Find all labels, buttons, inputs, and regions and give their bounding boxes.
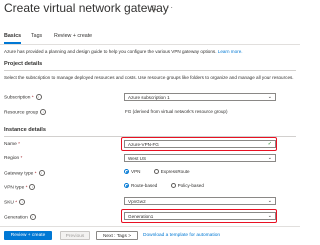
more-options-icon[interactable]: ··· (163, 3, 174, 12)
download-template-link[interactable]: Download a template for automation (143, 233, 220, 238)
radio-icon[interactable] (170, 183, 176, 189)
chevron-down-icon: ⌄ (267, 94, 272, 100)
chevron-down-icon: ⌄ (267, 155, 272, 161)
tabs-divider (0, 44, 300, 45)
region-select[interactable]: West US ⌄ (124, 154, 276, 162)
tab-tags[interactable]: Tags (31, 33, 42, 39)
vpn-type-radio-group: Route-based Policy-based (124, 183, 216, 189)
info-icon[interactable]: i (38, 170, 45, 176)
section-divider (4, 70, 296, 71)
intro-text: Azure has provided a planning and design… (4, 49, 294, 55)
highlight-box-name (121, 137, 277, 151)
gateway-type-radio-group: VPN ExpressRoute (124, 169, 202, 175)
info-icon[interactable]: i (29, 214, 36, 220)
vpn-type-label: VPN type * i (4, 184, 36, 190)
info-icon[interactable]: i (19, 199, 26, 205)
instance-details-heading: Instance details (4, 127, 46, 133)
gateway-type-vpn-option[interactable]: VPN (124, 169, 140, 175)
radio-selected-icon[interactable] (124, 183, 129, 189)
vpn-type-route-based-option[interactable]: Route-based (124, 183, 157, 189)
vpn-type-policy-based-option[interactable]: Policy-based (170, 183, 204, 189)
gateway-type-expressroute-option[interactable]: ExpressRoute (153, 169, 190, 175)
radio-selected-icon[interactable] (124, 169, 129, 175)
footer-divider (0, 226, 300, 227)
highlight-box-generation (121, 209, 277, 223)
resource-group-label: Resource group i (4, 109, 47, 115)
region-label: Region * (4, 156, 23, 161)
generation-label: Generation i (4, 214, 36, 220)
previous-button[interactable]: Previous (60, 231, 90, 240)
sku-label: SKU * i (4, 199, 26, 205)
project-details-heading: Project details (4, 61, 43, 67)
sku-select[interactable]: VpnGw2 ⌄ (124, 197, 276, 205)
next-tags-button[interactable]: Next : Tags > (96, 231, 138, 240)
pin-icon[interactable] (150, 5, 158, 13)
info-icon[interactable]: i (29, 184, 36, 190)
subscription-select[interactable]: Azure subscription 1 ⌄ (124, 93, 276, 101)
subscription-label: Subscription * i (4, 94, 42, 100)
radio-icon[interactable] (153, 169, 159, 175)
learn-more-link[interactable]: Learn more. (218, 49, 243, 54)
intro-description: Azure has provided a planning and design… (4, 49, 217, 54)
chevron-down-icon: ⌄ (267, 198, 272, 204)
project-details-description: Select the subscription to manage deploy… (4, 75, 294, 80)
info-icon[interactable]: i (40, 109, 47, 115)
resource-group-value: FG (derived from virtual network's resou… (125, 109, 228, 114)
tab-review-create[interactable]: Review + create (54, 33, 92, 39)
info-icon[interactable]: i (35, 94, 42, 100)
page-title: Create virtual network gateway (4, 1, 169, 15)
gateway-type-label: Gateway type * i (4, 170, 45, 176)
name-label: Name * (4, 142, 20, 147)
tab-basics[interactable]: Basics (4, 33, 21, 39)
review-create-button[interactable]: Review + create (4, 231, 52, 240)
